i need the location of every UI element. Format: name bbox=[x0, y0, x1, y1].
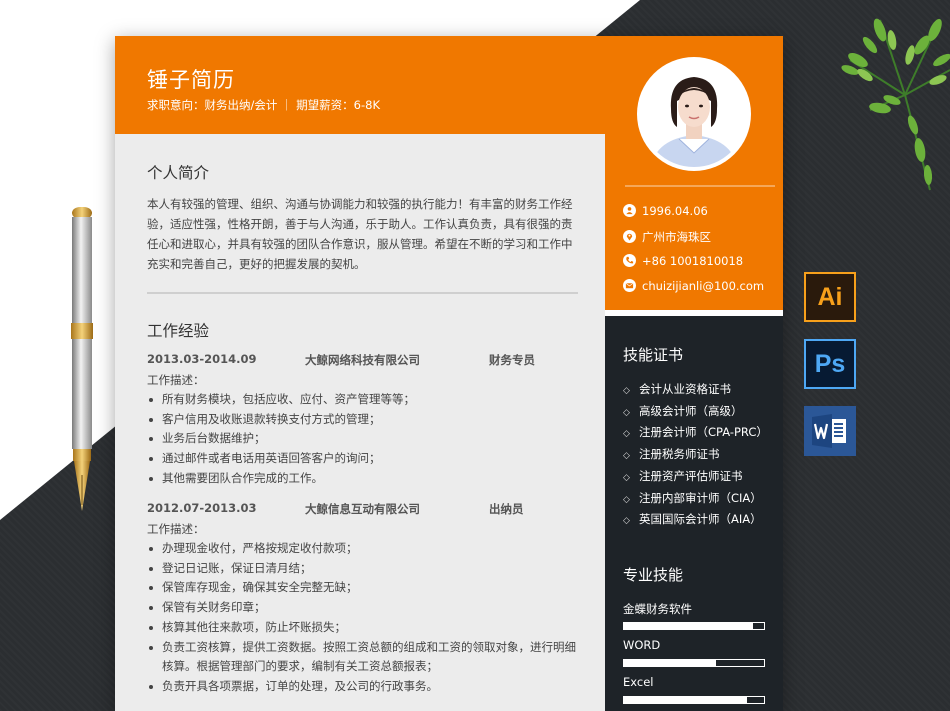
list-item: ◇ 英国国际会计师（AIA） bbox=[623, 510, 768, 532]
illustrator-icon: Ai bbox=[804, 272, 856, 322]
skill-bar-fill bbox=[624, 660, 717, 666]
person-icon bbox=[623, 204, 636, 217]
job-desc-label: 工作描述： bbox=[147, 522, 205, 536]
skill-bar bbox=[623, 659, 765, 667]
list-item: ◇ 高级会计师（高级） bbox=[623, 402, 768, 424]
list-item: ◇ 注册会计师（CPA-PRC） bbox=[623, 423, 768, 445]
email-address: chuizijianli@100.com bbox=[642, 279, 765, 293]
skill-bar bbox=[623, 696, 765, 704]
skill-bar-fill bbox=[624, 623, 753, 629]
pen-decoration bbox=[71, 207, 93, 511]
work-title: 工作经验 bbox=[147, 322, 210, 340]
list-item: 办理现金收付，严格按规定收付款项； bbox=[147, 539, 587, 559]
list-item: 业务后台数据维护； bbox=[147, 429, 587, 449]
job-duties: 所有财务模块，包括应收、应付、资产管理等等； 客户信用及收账退款转换支付方式的管… bbox=[147, 390, 587, 489]
list-item: 核算其他往来款项，防止坏账损失； bbox=[147, 618, 587, 638]
list-item: ◇ 会计从业资格证书 bbox=[623, 380, 768, 402]
list-item: ◇ 注册资产评估师证书 bbox=[623, 467, 768, 489]
photoshop-icon: Ps bbox=[804, 339, 856, 389]
diamond-bullet-icon: ◇ bbox=[623, 451, 630, 462]
list-item: 所有财务模块，包括应收、应付、资产管理等等； bbox=[147, 390, 587, 410]
phone-number: +86 1001810018 bbox=[642, 254, 744, 268]
skill-label: Excel bbox=[623, 675, 654, 689]
job-intention: 求职意向：财务出纳/会计 ｜ 期望薪资：6-8K bbox=[147, 98, 381, 112]
intro-text: 本人有较强的管理、组织、沟通与协调能力和较强的执行能力！有丰富的财务工作经验，适… bbox=[147, 197, 573, 271]
location: 广州市海珠区 bbox=[642, 230, 711, 244]
job-company: 大鲸网络科技有限公司 bbox=[305, 353, 420, 367]
list-item: 登记日记账，保证日清月结； bbox=[147, 559, 587, 579]
list-item: 负责工资核算，提供工资数据。按照工资总额的组成和工资的领取对象，进行明细核算。根… bbox=[147, 638, 587, 677]
mail-icon bbox=[623, 279, 636, 292]
list-item: 保管有关财务印章； bbox=[147, 598, 587, 618]
diamond-bullet-icon: ◇ bbox=[623, 472, 630, 483]
diamond-bullet-icon: ◇ bbox=[623, 386, 630, 396]
list-item: ◇ 注册内部审计师（CIA） bbox=[623, 489, 768, 511]
skill-label: 金蝶财务软件 bbox=[623, 602, 692, 616]
contact-birth: 1996.04.06 bbox=[623, 204, 708, 218]
job-period: 2013.03-2014.09 bbox=[147, 352, 257, 366]
skill-label: WORD bbox=[623, 638, 661, 652]
list-item: ◇ 注册税务师证书 bbox=[623, 445, 768, 467]
skill-bar-fill bbox=[624, 697, 748, 703]
plant-decoration bbox=[841, 18, 950, 191]
contact-location: 广州市海珠区 bbox=[623, 229, 711, 245]
list-item: 保管库存现金，确保其安全完整无缺； bbox=[147, 578, 587, 598]
intro-title: 个人简介 bbox=[147, 164, 210, 182]
diamond-bullet-icon: ◇ bbox=[623, 494, 630, 505]
list-item: 客户信用及收账退款转换支付方式的管理； bbox=[147, 410, 587, 430]
avatar bbox=[641, 61, 747, 167]
job-position: 出纳员 bbox=[489, 502, 524, 516]
contact-divider bbox=[625, 185, 775, 187]
cert-list: ◇ 会计从业资格证书 ◇ 高级会计师（高级） ◇ 注册会计师（CPA-PRC） ◇ 注册… bbox=[623, 380, 768, 532]
word-icon bbox=[804, 406, 856, 456]
job-position: 财务专员 bbox=[489, 353, 535, 367]
list-item: 负责开具各项票据，订单的处理，及公司的行政事务。 bbox=[147, 677, 587, 697]
contact-email: chuizijianli@100.com bbox=[623, 279, 764, 293]
location-pin-icon bbox=[623, 230, 636, 243]
section-divider bbox=[147, 292, 578, 294]
job-company: 大鲸信息互动有限公司 bbox=[305, 502, 420, 516]
job-duties: 办理现金收付，严格按规定收付款项； 登记日记账，保证日清月结； 保管库存现金，确… bbox=[147, 539, 587, 697]
skill-bar bbox=[623, 622, 765, 630]
job-period: 2012.07-2013.03 bbox=[147, 501, 257, 515]
list-item: 通过邮件或者电话用英语回答客户的询问； bbox=[147, 449, 587, 469]
resume-sheet: 锤子简历 求职意向：财务出纳/会计 ｜ 期望薪资：6-8K 个人简介 本人有较强… bbox=[115, 36, 783, 711]
diamond-bullet-icon: ◇ bbox=[623, 516, 630, 527]
skills-title: 专业技能 bbox=[623, 566, 684, 584]
contact-phone: +86 1001810018 bbox=[623, 254, 743, 268]
resume-name: 锤子简历 bbox=[147, 68, 235, 92]
certs-title: 技能证书 bbox=[623, 346, 684, 364]
phone-icon bbox=[623, 254, 636, 267]
diamond-bullet-icon: ◇ bbox=[623, 429, 630, 440]
job-desc-label: 工作描述： bbox=[147, 373, 205, 387]
profile-photo bbox=[637, 57, 751, 171]
diamond-bullet-icon: ◇ bbox=[623, 407, 630, 418]
birth-date: 1996.04.06 bbox=[642, 204, 708, 218]
list-item: 其他需要团队合作完成的工作。 bbox=[147, 469, 587, 489]
